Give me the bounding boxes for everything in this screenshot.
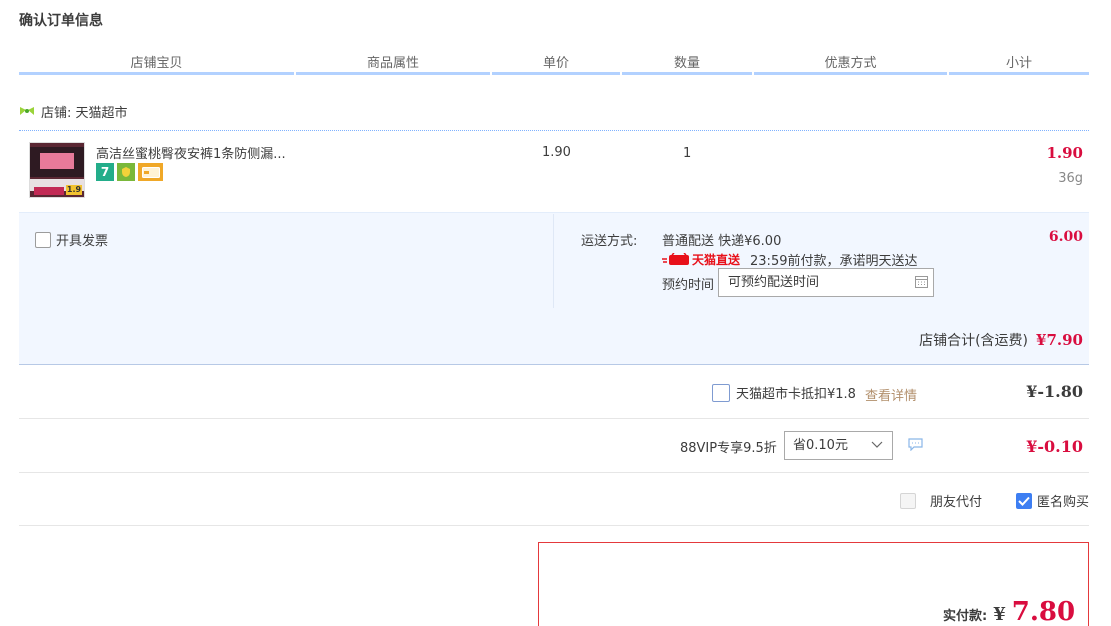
anonymous-checkbox[interactable] xyxy=(1016,492,1032,509)
seven-day-return-icon[interactable]: 7 xyxy=(96,163,114,181)
tmall-direct-icon xyxy=(662,253,689,265)
item-subtotal: 1.90 xyxy=(1046,144,1083,162)
header-underline xyxy=(296,72,490,75)
vip-discount-value: ¥-0.10 xyxy=(1026,437,1083,456)
thumb-price-tag: 1.9 xyxy=(66,185,82,195)
product-thumbnail[interactable]: 1.9 xyxy=(29,142,85,198)
anonymous-label: 匿名购买 xyxy=(1037,495,1090,510)
final-payment: 实付款: ¥ 7.80 xyxy=(943,597,1075,626)
friend-pay-label: 朋友代付 xyxy=(930,495,983,510)
page-title: 确认订单信息 xyxy=(19,13,103,29)
shop-total-label: 店铺合计(含运费) xyxy=(919,333,1029,349)
shop-row: 店铺: 天猫超市 xyxy=(19,101,128,121)
anonymous-option[interactable]: 匿名购买 xyxy=(1016,491,1089,510)
shop-total: 店铺合计(含运费) ¥7.90 xyxy=(919,330,1083,350)
row-divider xyxy=(19,130,1089,131)
card-deduct-checkbox[interactable] xyxy=(712,383,730,402)
panel-divider xyxy=(553,214,554,308)
product-title-link[interactable]: 高洁丝蜜桃臀夜安裤1条防侧漏... xyxy=(96,143,286,162)
header-underline xyxy=(622,72,752,75)
invoice-checkbox[interactable] xyxy=(35,231,51,248)
header-underline xyxy=(492,72,620,75)
checkmark-icon xyxy=(1018,496,1030,506)
shipping-fee: 6.00 xyxy=(1048,229,1083,245)
card-deduct-label: 天猫超市卡抵扣¥1.8 xyxy=(736,387,856,402)
friend-pay-checkbox[interactable] xyxy=(900,492,916,509)
view-details-link[interactable]: 查看详情 xyxy=(865,385,917,404)
shipping-method: 普通配送 快递¥6.00 xyxy=(662,234,782,249)
col-header-price: 单价 xyxy=(542,56,569,71)
unit-price: 1.90 xyxy=(542,145,571,160)
shipping-label: 运送方式: xyxy=(581,234,638,249)
card-deduct-value: ¥-1.80 xyxy=(1026,382,1083,401)
item-weight: 36g xyxy=(1058,171,1083,186)
row-divider xyxy=(19,418,1089,419)
invoice-option[interactable]: 开具发票 xyxy=(35,230,108,249)
vip-label: 88VIP专享9.5折 xyxy=(680,441,777,456)
reserve-time-input[interactable]: 可预约配送时间 xyxy=(718,268,934,297)
quantity-value: 1 xyxy=(683,146,692,161)
vip-selected-value: 省0.10元 xyxy=(793,438,848,453)
calendar-icon[interactable] xyxy=(915,275,928,292)
col-header-qty: 数量 xyxy=(673,56,700,71)
guarantee-icon[interactable] xyxy=(117,163,135,181)
header-underline xyxy=(19,72,294,75)
tmall-direct-tag: 天猫直送 xyxy=(662,251,740,268)
message-icon[interactable] xyxy=(908,438,923,455)
shop-name[interactable]: 店铺: 天猫超市 xyxy=(41,102,128,121)
card-payment-icon[interactable] xyxy=(138,163,163,181)
reserve-label: 预约时间 xyxy=(662,278,715,293)
col-header-attr: 商品属性 xyxy=(366,56,419,71)
card-deduct-option[interactable]: 天猫超市卡抵扣¥1.8 xyxy=(712,383,856,402)
friend-pay-option[interactable]: 朋友代付 xyxy=(900,491,982,510)
final-payment-value: 7.80 xyxy=(1011,597,1076,626)
col-header-discount: 优惠方式 xyxy=(824,56,877,71)
service-badges: 7 xyxy=(96,163,163,181)
row-divider xyxy=(19,525,1089,526)
invoice-label: 开具发票 xyxy=(56,234,109,249)
header-underline xyxy=(754,72,947,75)
col-header-item: 店铺宝贝 xyxy=(130,56,183,71)
chevron-down-icon xyxy=(871,432,883,469)
vip-discount-select[interactable]: 省0.10元 xyxy=(784,431,893,460)
shop-total-value: ¥7.90 xyxy=(1036,331,1083,349)
col-header-subtotal: 小计 xyxy=(1005,56,1032,71)
row-divider xyxy=(19,472,1089,473)
promise-text: 23:59前付款，承诺明天送达 xyxy=(750,254,918,269)
final-currency: ¥ xyxy=(993,604,1006,625)
header-underline xyxy=(949,72,1089,75)
final-payment-label: 实付款: xyxy=(943,609,988,624)
delivery-promise: 天猫直送 23:59前付款，承诺明天送达 xyxy=(662,250,917,269)
tmall-shop-icon xyxy=(19,105,35,117)
